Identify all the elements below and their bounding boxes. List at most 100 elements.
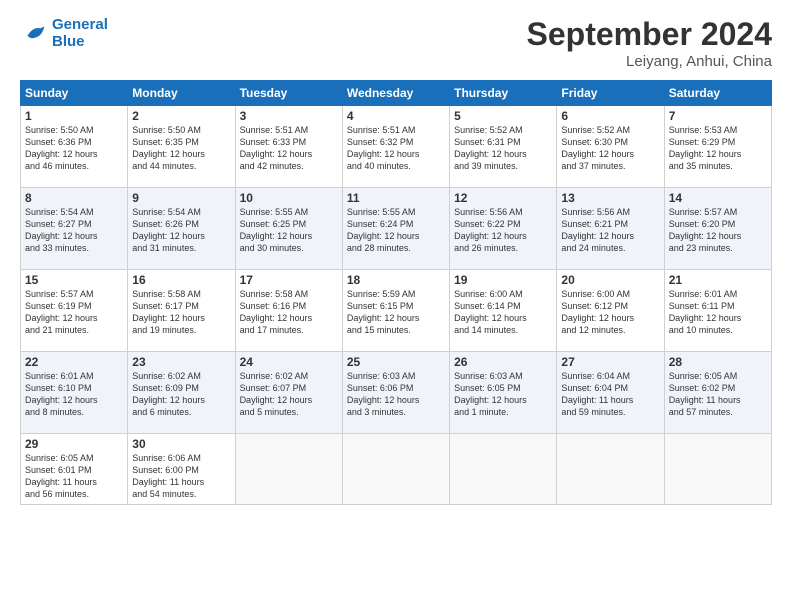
logo-text: General Blue [52,16,108,50]
table-row: 16Sunrise: 5:58 AM Sunset: 6:17 PM Dayli… [128,270,235,352]
day-number: 18 [347,273,445,287]
table-row: 30Sunrise: 6:06 AM Sunset: 6:00 PM Dayli… [128,434,235,505]
day-info: Sunrise: 5:58 AM Sunset: 6:17 PM Dayligh… [132,288,230,337]
table-row: 9Sunrise: 5:54 AM Sunset: 6:26 PM Daylig… [128,188,235,270]
day-number: 22 [25,355,123,369]
table-row: 12Sunrise: 5:56 AM Sunset: 6:22 PM Dayli… [450,188,557,270]
day-info: Sunrise: 6:04 AM Sunset: 6:04 PM Dayligh… [561,370,659,419]
day-info: Sunrise: 6:06 AM Sunset: 6:00 PM Dayligh… [132,452,230,501]
table-row: 24Sunrise: 6:02 AM Sunset: 6:07 PM Dayli… [235,352,342,434]
table-row: 19Sunrise: 6:00 AM Sunset: 6:14 PM Dayli… [450,270,557,352]
day-number: 15 [25,273,123,287]
col-wednesday: Wednesday [342,81,449,106]
table-row: 10Sunrise: 5:55 AM Sunset: 6:25 PM Dayli… [235,188,342,270]
header: General Blue September 2024 Leiyang, Anh… [20,16,772,70]
day-number: 1 [25,109,123,123]
col-thursday: Thursday [450,81,557,106]
table-row: 14Sunrise: 5:57 AM Sunset: 6:20 PM Dayli… [664,188,771,270]
day-number: 4 [347,109,445,123]
table-row: 25Sunrise: 6:03 AM Sunset: 6:06 PM Dayli… [342,352,449,434]
calendar-table: Sunday Monday Tuesday Wednesday Thursday… [20,80,772,505]
table-row: 27Sunrise: 6:04 AM Sunset: 6:04 PM Dayli… [557,352,664,434]
day-info: Sunrise: 6:02 AM Sunset: 6:09 PM Dayligh… [132,370,230,419]
day-info: Sunrise: 5:57 AM Sunset: 6:20 PM Dayligh… [669,206,767,255]
logo: General Blue [20,16,108,50]
day-number: 8 [25,191,123,205]
day-number: 14 [669,191,767,205]
day-info: Sunrise: 6:02 AM Sunset: 6:07 PM Dayligh… [240,370,338,419]
day-info: Sunrise: 5:59 AM Sunset: 6:15 PM Dayligh… [347,288,445,337]
day-number: 6 [561,109,659,123]
table-row: 11Sunrise: 5:55 AM Sunset: 6:24 PM Dayli… [342,188,449,270]
table-row: 20Sunrise: 6:00 AM Sunset: 6:12 PM Dayli… [557,270,664,352]
day-info: Sunrise: 5:53 AM Sunset: 6:29 PM Dayligh… [669,124,767,173]
day-info: Sunrise: 5:52 AM Sunset: 6:30 PM Dayligh… [561,124,659,173]
day-info: Sunrise: 5:56 AM Sunset: 6:21 PM Dayligh… [561,206,659,255]
table-row: 8Sunrise: 5:54 AM Sunset: 6:27 PM Daylig… [21,188,128,270]
day-info: Sunrise: 6:00 AM Sunset: 6:12 PM Dayligh… [561,288,659,337]
day-number: 2 [132,109,230,123]
day-number: 19 [454,273,552,287]
day-number: 12 [454,191,552,205]
day-info: Sunrise: 5:55 AM Sunset: 6:25 PM Dayligh… [240,206,338,255]
day-number: 9 [132,191,230,205]
title-block: September 2024 Leiyang, Anhui, China [527,16,772,70]
day-number: 25 [347,355,445,369]
day-number: 29 [25,437,123,451]
table-row: 5Sunrise: 5:52 AM Sunset: 6:31 PM Daylig… [450,106,557,188]
day-number: 13 [561,191,659,205]
day-info: Sunrise: 5:51 AM Sunset: 6:32 PM Dayligh… [347,124,445,173]
day-info: Sunrise: 6:01 AM Sunset: 6:10 PM Dayligh… [25,370,123,419]
col-tuesday: Tuesday [235,81,342,106]
table-row: 28Sunrise: 6:05 AM Sunset: 6:02 PM Dayli… [664,352,771,434]
day-info: Sunrise: 5:52 AM Sunset: 6:31 PM Dayligh… [454,124,552,173]
table-row: 29Sunrise: 6:05 AM Sunset: 6:01 PM Dayli… [21,434,128,505]
location: Leiyang, Anhui, China [527,53,772,70]
table-row [664,434,771,505]
day-info: Sunrise: 6:03 AM Sunset: 6:05 PM Dayligh… [454,370,552,419]
day-number: 7 [669,109,767,123]
table-row [557,434,664,505]
table-row: 4Sunrise: 5:51 AM Sunset: 6:32 PM Daylig… [342,106,449,188]
day-info: Sunrise: 5:54 AM Sunset: 6:26 PM Dayligh… [132,206,230,255]
table-row: 22Sunrise: 6:01 AM Sunset: 6:10 PM Dayli… [21,352,128,434]
day-number: 16 [132,273,230,287]
day-info: Sunrise: 5:51 AM Sunset: 6:33 PM Dayligh… [240,124,338,173]
day-number: 21 [669,273,767,287]
day-number: 17 [240,273,338,287]
day-number: 23 [132,355,230,369]
table-row: 1Sunrise: 5:50 AM Sunset: 6:36 PM Daylig… [21,106,128,188]
col-monday: Monday [128,81,235,106]
day-info: Sunrise: 6:01 AM Sunset: 6:11 PM Dayligh… [669,288,767,337]
table-row: 3Sunrise: 5:51 AM Sunset: 6:33 PM Daylig… [235,106,342,188]
day-number: 24 [240,355,338,369]
day-info: Sunrise: 6:00 AM Sunset: 6:14 PM Dayligh… [454,288,552,337]
page: General Blue September 2024 Leiyang, Anh… [0,0,792,612]
table-row: 7Sunrise: 5:53 AM Sunset: 6:29 PM Daylig… [664,106,771,188]
day-number: 26 [454,355,552,369]
day-number: 10 [240,191,338,205]
day-number: 3 [240,109,338,123]
day-number: 20 [561,273,659,287]
table-row: 18Sunrise: 5:59 AM Sunset: 6:15 PM Dayli… [342,270,449,352]
month-title: September 2024 [527,16,772,53]
day-info: Sunrise: 5:54 AM Sunset: 6:27 PM Dayligh… [25,206,123,255]
day-number: 30 [132,437,230,451]
day-info: Sunrise: 5:50 AM Sunset: 6:35 PM Dayligh… [132,124,230,173]
table-row: 26Sunrise: 6:03 AM Sunset: 6:05 PM Dayli… [450,352,557,434]
day-info: Sunrise: 5:56 AM Sunset: 6:22 PM Dayligh… [454,206,552,255]
day-number: 28 [669,355,767,369]
table-row [450,434,557,505]
col-sunday: Sunday [21,81,128,106]
day-info: Sunrise: 5:55 AM Sunset: 6:24 PM Dayligh… [347,206,445,255]
day-info: Sunrise: 5:58 AM Sunset: 6:16 PM Dayligh… [240,288,338,337]
header-row: Sunday Monday Tuesday Wednesday Thursday… [21,81,772,106]
col-saturday: Saturday [664,81,771,106]
table-row [342,434,449,505]
table-row: 17Sunrise: 5:58 AM Sunset: 6:16 PM Dayli… [235,270,342,352]
day-number: 27 [561,355,659,369]
logo-icon [20,19,48,47]
day-number: 11 [347,191,445,205]
col-friday: Friday [557,81,664,106]
day-info: Sunrise: 6:05 AM Sunset: 6:01 PM Dayligh… [25,452,123,501]
